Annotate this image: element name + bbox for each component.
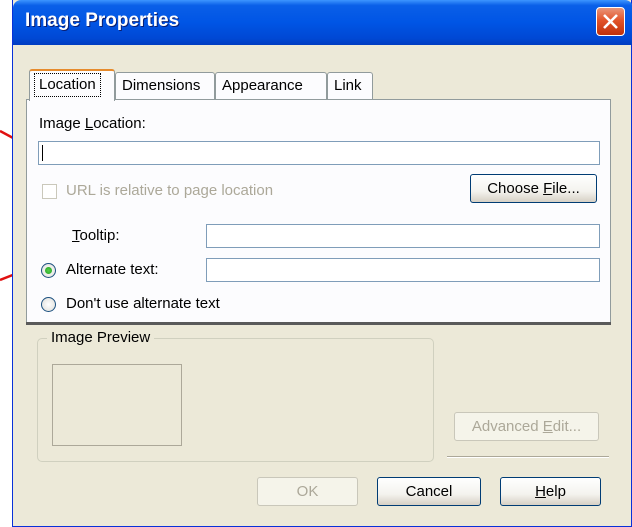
alternate-text-label: Alternate text: <box>66 261 159 278</box>
image-location-label-text: Image <box>39 115 85 132</box>
tab-dimensions-label: Dimensions <box>122 77 201 94</box>
image-preview-title: Image Preview <box>47 329 155 346</box>
help-rest: elp <box>545 483 566 500</box>
image-location-label-rest: ocation: <box>93 115 146 132</box>
alternate-text-radio[interactable] <box>41 263 56 278</box>
panel-shadow <box>26 322 611 325</box>
window-title: Image Properties <box>25 10 180 31</box>
close-icon <box>603 14 618 29</box>
image-location-input[interactable] <box>38 141 600 165</box>
tab-link[interactable]: Link <box>327 72 373 99</box>
tab-appearance-label: Appearance <box>222 77 303 94</box>
tooltip-label: Tooltip: <box>72 227 120 244</box>
text-caret <box>42 145 43 161</box>
image-location-label-key: L <box>84 115 94 132</box>
cancel-button[interactable]: Cancel <box>377 477 481 506</box>
tab-dimensions[interactable]: Dimensions <box>115 72 215 99</box>
tab-location[interactable]: Location <box>29 69 115 101</box>
relative-url-checkbox[interactable] <box>42 184 57 199</box>
choose-file-key: F <box>543 180 553 197</box>
help-button[interactable]: Help <box>500 477 601 506</box>
separator <box>447 456 609 458</box>
tooltip-label-rest: ooltip: <box>79 227 120 244</box>
choose-file-button[interactable]: Choose File... <box>470 174 597 203</box>
tab-location-label: Location <box>34 73 101 97</box>
alternate-text-input[interactable] <box>206 258 600 282</box>
tooltip-label-key: T <box>72 227 80 244</box>
tooltip-input[interactable] <box>206 224 600 248</box>
tab-link-label: Link <box>334 77 362 94</box>
choose-file-rest: ile... <box>552 180 580 197</box>
ok-button[interactable]: OK <box>257 477 358 506</box>
title-bar[interactable]: Image Properties <box>13 0 632 45</box>
image-location-label: Image Location: <box>39 115 146 132</box>
no-alternate-text-label: Don't use alternate text <box>66 295 220 312</box>
image-preview-box <box>52 364 182 446</box>
choose-file-text: Choose <box>487 180 544 197</box>
advanced-edit-text: Advanced <box>471 418 543 435</box>
tab-appearance[interactable]: Appearance <box>215 72 327 99</box>
location-panel: Image Location: URL is relative to page … <box>26 99 611 325</box>
relative-url-label: URL is relative to page location <box>66 182 274 199</box>
no-alternate-text-radio[interactable] <box>41 297 56 312</box>
close-button[interactable] <box>596 7 625 36</box>
advanced-edit-rest: dit... <box>552 418 582 435</box>
help-key: H <box>535 483 546 500</box>
advanced-edit-key: E <box>542 418 553 435</box>
advanced-edit-button[interactable]: Advanced Edit... <box>454 412 599 441</box>
